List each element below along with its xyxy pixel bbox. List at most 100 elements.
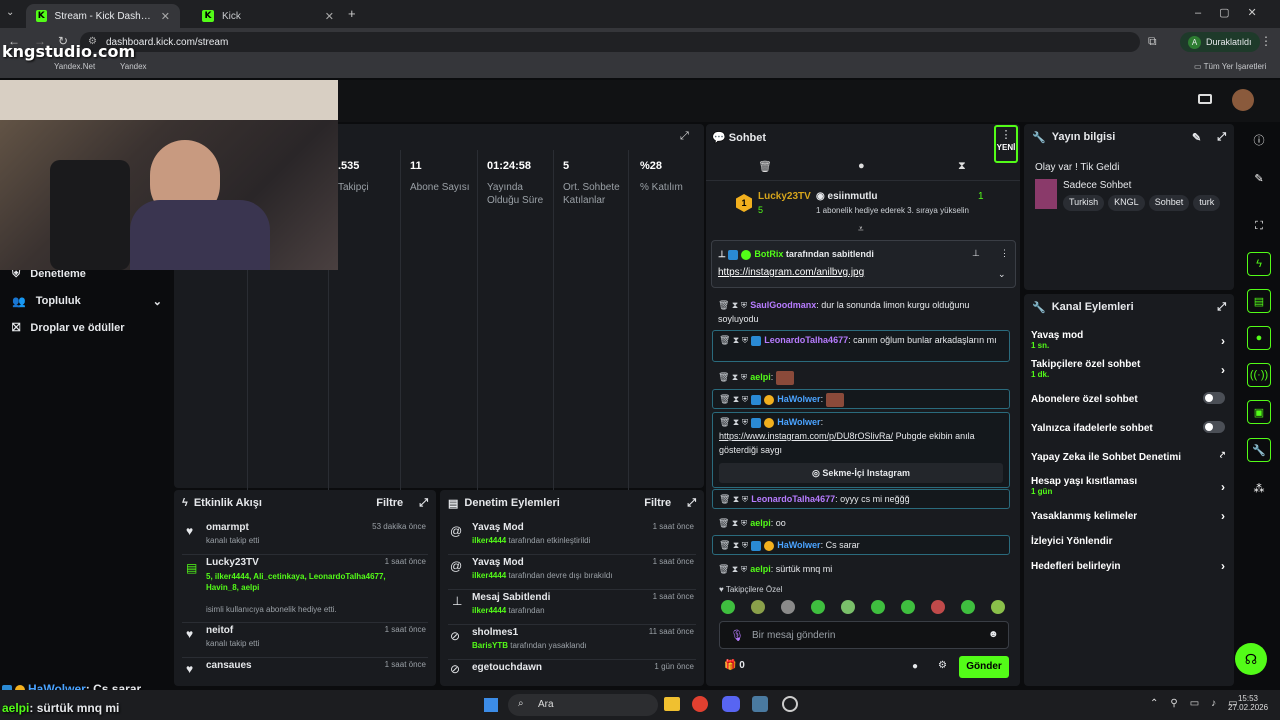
layout-icon[interactable]: ▣ [1247,400,1271,424]
chat-link[interactable]: https://www.instagram.com/p/DU8rOSlivRa/ [719,431,893,441]
emote-icon[interactable] [991,600,1005,614]
emote-icon[interactable] [961,600,975,614]
filter-button[interactable]: Filtre [376,497,403,509]
emote-icon[interactable] [901,600,915,614]
tag[interactable]: KNGL [1108,195,1145,211]
tag[interactable]: Sohbet [1148,195,1190,211]
avatar[interactable] [1232,89,1254,111]
embed-button[interactable]: ◎ Sekme-İçi Instagram [719,463,1003,483]
tag[interactable]: Turkish [1063,195,1105,211]
expand-icon[interactable]: ⤢ [419,497,428,510]
chat-username[interactable]: LeonardoTalha4677 [751,494,835,504]
slow-mode-row[interactable]: Yavaş mod 1 sn. › [1031,330,1231,350]
pinned-link[interactable]: https://instagram.com/anilbvg.jpg [718,267,864,278]
hourglass-icon[interactable]: ⧗ [958,160,966,173]
mod-tools-icon[interactable]: 🗑 ⧗ ⛨ [719,394,748,404]
stream-preview-icon[interactable] [1198,94,1212,104]
emote-icon[interactable] [841,600,855,614]
emote-icon[interactable] [811,600,825,614]
mod-tools-icon[interactable]: 🗑 ⧗ ⛨ [718,300,747,310]
subscribers-only-toggle[interactable] [1203,392,1225,404]
all-bookmarks-link[interactable]: ▭ Tüm Yer İşaretleri [1194,62,1266,71]
mod-tools-icon[interactable]: 🗑 ⧗ ⛨ [719,494,748,504]
windows-start-icon[interactable] [484,698,498,712]
chat-username[interactable]: aelpi [750,518,771,528]
fullscreen-icon[interactable]: ⛶ [1247,214,1271,238]
chat-username[interactable]: LeonardoTalha4677 [764,335,848,345]
bookmark-yandex-net[interactable]: Yandex.Net [54,62,95,71]
trash-icon[interactable]: 🗑 [758,160,772,173]
emote-icon[interactable] [871,600,885,614]
discord-icon[interactable] [722,696,740,712]
users-icon[interactable]: ⁂ [1247,476,1271,500]
chat-input[interactable]: 🎙 Bir mesaj gönderin ☻ [719,621,1009,649]
goals-row[interactable]: Hedefleri belirleyin › [1031,559,1231,573]
document-icon[interactable]: ▤ [1247,289,1271,313]
chat-username[interactable]: aelpi [750,372,771,382]
mod-tools-icon[interactable]: 🗑 ⧗ ⛨ [718,564,747,574]
chat-icon[interactable]: ● [1247,326,1271,350]
emote-icon[interactable] [931,600,945,614]
close-icon[interactable]: ✕ [161,10,170,23]
emoji-icon[interactable]: ☻ [988,629,999,640]
filter-button[interactable]: Filtre [644,497,671,509]
file-explorer-icon[interactable] [664,697,680,711]
edit-icon[interactable]: ✎ [1192,131,1201,144]
emotes-only-toggle[interactable] [1203,421,1225,433]
clock[interactable]: 15:53 27.02.2026 [1228,694,1268,712]
collapse-icon[interactable]: ⩡ [858,224,864,235]
ai-moderation-row[interactable]: Yapay Zeka ile Sohbet Denetimi ⤤ [1031,450,1231,463]
app-icon[interactable] [752,696,768,712]
chat-username[interactable]: HaWolwer [777,417,820,427]
sidebar-item-community[interactable]: 👥 Topluluk ⌄ [12,295,162,308]
browser-menu-icon[interactable]: ⋮ [1260,34,1272,48]
bolt-icon[interactable]: ϟ [1247,252,1271,276]
profile-chip[interactable]: A Duraklatıldı [1180,32,1260,52]
chat-menu-button[interactable]: ⋮ YENİ [994,125,1018,163]
bookmark-yandex[interactable]: Yandex [120,62,147,71]
mod-tools-icon[interactable]: 🗑 ⧗ ⛨ [719,417,748,427]
broadcast-icon[interactable]: ((·)) [1247,363,1271,387]
mod-tools-icon[interactable]: 🗑 ⧗ ⛨ [718,372,747,382]
close-icon[interactable]: ✕ [325,10,334,23]
banned-words-row[interactable]: Yasaklanmış kelimeler › [1031,509,1231,523]
new-tab-icon[interactable]: + [348,6,356,21]
tab-search-icon[interactable]: ⌄ [6,7,14,18]
sidebar-item-drops[interactable]: ⛝ Droplar ve ödüller [12,322,125,335]
mod-tools-icon[interactable]: 🗑 ⧗ ⛨ [719,335,748,345]
extensions-icon[interactable]: ⧉ [1148,34,1157,49]
tab-kick[interactable]: K Kick ✕ [192,4,344,28]
expand-icon[interactable]: ⤢ [680,130,689,143]
mod-tools-icon[interactable]: 🗑 ⧗ ⛨ [718,518,747,528]
wrench-icon[interactable]: 🔧 [1247,438,1271,462]
raid-row[interactable]: İzleyici Yönlendir [1031,536,1231,547]
taskbar-search[interactable]: ⌕ Ara [508,694,658,716]
emote-icon[interactable] [751,600,765,614]
more-vertical-icon[interactable]: ⋮ [1000,248,1009,259]
chat-icon[interactable]: ● [858,160,865,172]
followers-only-row[interactable]: Takipçilere özel sohbet 1 dk. › [1031,359,1231,379]
window-controls[interactable]: –▢✕ [1195,6,1275,19]
app-icon[interactable] [782,696,798,712]
chat-username[interactable]: HaWolwer [777,540,820,550]
chat-username[interactable]: SaulGoodmanx [750,300,816,310]
microphone-icon[interactable]: 🎙 [730,629,744,642]
expand-icon[interactable]: ⤢ [687,497,696,510]
emote-icon[interactable] [781,600,795,614]
chrome-icon[interactable] [692,696,708,712]
chevron-down-icon[interactable]: ⌄ [998,269,1006,280]
info-icon[interactable]: ⓘ [1247,128,1271,152]
tab-stream-dashboard[interactable]: K Stream - Kick Dashboard ✕ [26,4,180,28]
gear-icon[interactable]: ⚙ [938,660,947,671]
mod-tools-icon[interactable]: 🗑 ⧗ ⛨ [719,540,748,550]
tag[interactable]: turk [1193,195,1221,211]
chat-username[interactable]: aelpi [750,564,771,574]
chat-username[interactable]: HaWolwer [777,394,820,404]
send-button[interactable]: Gönder [959,656,1009,678]
pin-icon[interactable]: ⊥ [972,248,980,259]
account-age-row[interactable]: Hesap yaşı kısıtlaması 1 gün › [1031,476,1231,496]
edit-icon[interactable]: ✎ [1247,166,1271,190]
expand-icon[interactable]: ⤢ [1217,131,1226,144]
support-icon[interactable]: ☊ [1235,643,1267,675]
emote-icon[interactable] [721,600,735,614]
